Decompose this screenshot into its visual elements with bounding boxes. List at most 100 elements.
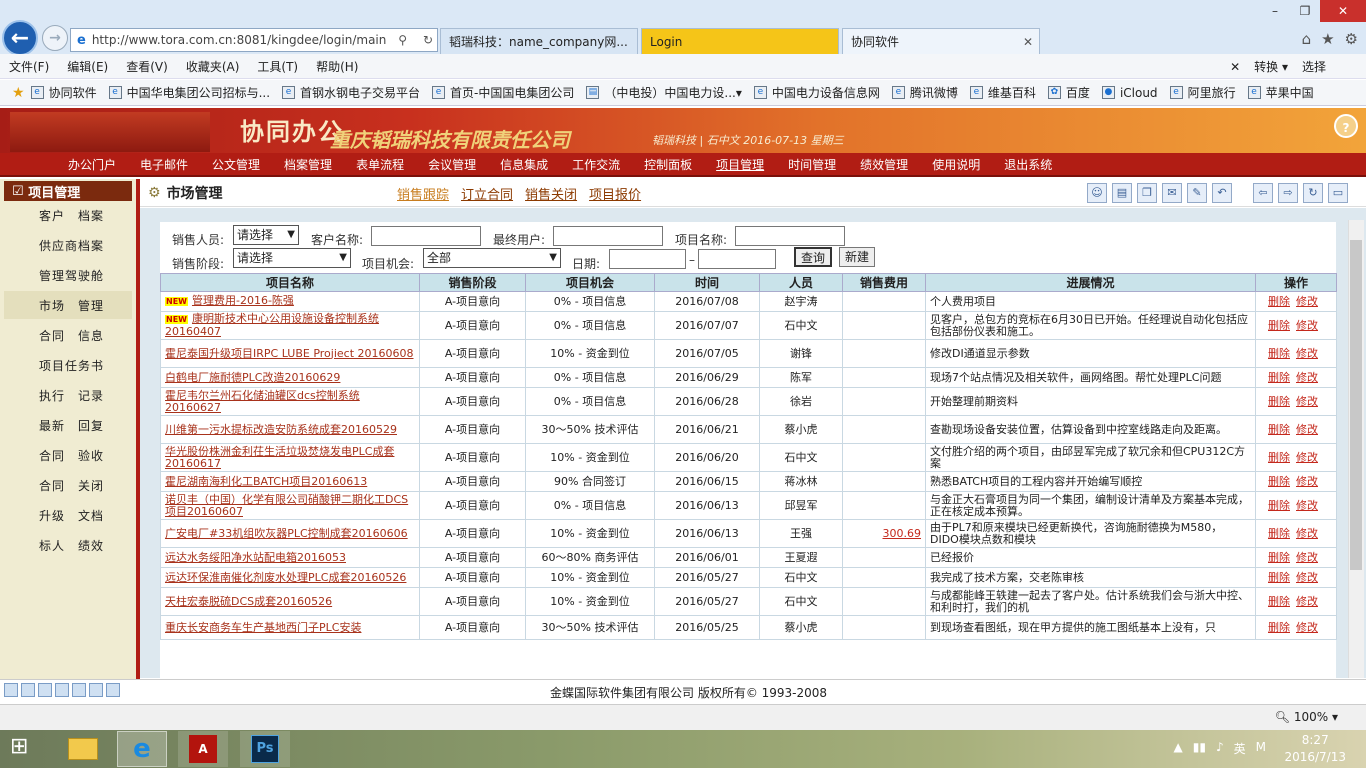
search-icon[interactable]: ⚲ [394,33,411,47]
nav-forms[interactable]: 表单流程 [344,156,416,173]
mail-icon[interactable]: ✉ [1162,183,1182,203]
show-hidden-icon[interactable]: ▲ [1174,740,1183,757]
favorite-link[interactable]: e 苹果中国 [1247,84,1314,101]
sidebar-item-performance[interactable]: 标人 绩效 [4,531,132,559]
menu-edit[interactable]: 编辑(E) [58,58,117,75]
edit-link[interactable]: 修改 [1296,451,1318,464]
edit-link[interactable]: 修改 [1296,371,1318,384]
sound-icon[interactable] [55,683,69,697]
refresh-icon[interactable]: ↻ [419,33,437,47]
tool-icon[interactable] [4,683,18,697]
clock[interactable]: 8:27 2016/7/13 [1284,732,1346,766]
undo-icon[interactable]: ↶ [1212,183,1232,203]
help-icon[interactable]: ? [1334,114,1358,138]
project-link[interactable]: 管理费用-2016-陈强 [192,294,294,307]
tab-quote[interactable]: 项目报价 [589,184,641,203]
edit-link[interactable]: 修改 [1296,395,1318,408]
chart-icon[interactable] [72,683,86,697]
sidebar-item-replies[interactable]: 最新 回复 [4,411,132,439]
project-link[interactable]: 霍尼湖南海利化工BATCH项目20160613 [165,475,367,488]
project-link[interactable]: 广安电厂#33机组吹灰器PLC控制成套20160606 [165,527,408,540]
gear-icon[interactable]: ⚙ [1345,30,1358,48]
input-method-icon[interactable]: M [1256,740,1266,757]
tab-create-contract[interactable]: 订立合同 [461,184,513,203]
browser-tab-1[interactable]: 韬瑞科技：name_company网... [440,28,638,54]
customer-input[interactable] [371,226,481,246]
convert-button[interactable]: 转换 ▾ [1254,58,1288,75]
favorite-link[interactable]: e 腾讯微博 [891,84,958,101]
favorites-star-icon[interactable]: ★ [12,85,25,101]
delete-link[interactable]: 删除 [1268,499,1290,512]
menu-view[interactable]: 查看(V) [117,58,177,75]
nav-communication[interactable]: 工作交流 [560,156,632,173]
chance-select[interactable]: 全部 ▼ [423,248,561,268]
nav-integration[interactable]: 信息集成 [488,156,560,173]
refresh-icon[interactable]: ↻ [1303,183,1323,203]
sidebar-item-tasks[interactable]: 项目任务书 [4,351,132,379]
project-input[interactable] [735,226,845,246]
user-icon[interactable]: ☺ [1087,183,1107,203]
delete-link[interactable]: 删除 [1268,347,1290,360]
copy-icon[interactable]: ❐ [1137,183,1157,203]
edit-link[interactable]: 修改 [1296,347,1318,360]
address-bar[interactable]: e http://www.tora.com.cn:8081/kingdee/lo… [70,28,438,52]
window-icon[interactable]: ▭ [1328,183,1348,203]
sidebar-item-contracts[interactable]: 合同 信息 [4,321,132,349]
acrobat-icon[interactable]: A [178,731,228,767]
favorites-star-icon[interactable]: ★ [1321,30,1334,48]
nav-meetings[interactable]: 会议管理 [416,156,488,173]
edit-link[interactable]: 修改 [1296,475,1318,488]
edit-link[interactable]: 修改 [1296,295,1318,308]
sidebar-item-close[interactable]: 合同 关闭 [4,471,132,499]
forward-button[interactable]: → [42,25,68,51]
sales-person-select[interactable]: 请选择 ▼ [233,225,299,245]
sidebar-item-acceptance[interactable]: 合同 验收 [4,441,132,469]
nav-time[interactable]: 时间管理 [776,156,848,173]
edit-link[interactable]: 修改 [1296,595,1318,608]
menu-help[interactable]: 帮助(H) [307,58,367,75]
nav-email[interactable]: 电子邮件 [128,156,200,173]
close-icon[interactable]: ✕ [1230,60,1240,74]
select-button[interactable]: 选择 [1302,58,1326,75]
sidebar-item-customers[interactable]: 客户 档案 [4,201,132,229]
zoom-control[interactable]: 🔍︎ 100% ▾ [1275,710,1338,724]
close-window-button[interactable]: ✕ [1320,0,1366,22]
delete-link[interactable]: 删除 [1268,595,1290,608]
edit-link[interactable]: 修改 [1296,551,1318,564]
project-link[interactable]: 霍尼韦尔兰州石化储油罐区dcs控制系统20160627 [165,389,360,414]
favorite-link[interactable]: e 首页-中国国电集团公司 [432,84,574,101]
favorite-link[interactable]: e 中国华电集团公司招标与... [108,84,270,101]
delete-link[interactable]: 删除 [1268,571,1290,584]
menu-favorites[interactable]: 收藏夹(A) [177,58,249,75]
nav-performance[interactable]: 绩效管理 [848,156,920,173]
delete-link[interactable]: 删除 [1268,527,1290,540]
maximize-button[interactable]: ❐ [1290,0,1320,22]
nav-archives[interactable]: 档案管理 [272,156,344,173]
favorite-link[interactable]: ▤ （中电投）中国电力设... ▾ [586,84,742,101]
edit-link[interactable]: 修改 [1296,319,1318,332]
mail-icon[interactable] [21,683,35,697]
delete-link[interactable]: 删除 [1268,395,1290,408]
menu-file[interactable]: 文件(F) [0,58,58,75]
next-icon[interactable]: ⇨ [1278,183,1298,203]
tab-sales-close[interactable]: 销售关闭 [525,184,577,203]
prev-icon[interactable]: ⇦ [1253,183,1273,203]
project-link[interactable]: 远达环保淮南催化剂废水处理PLC成套20160526 [165,571,406,584]
favorite-link[interactable]: ✿ 百度 [1047,84,1090,101]
close-tab-icon[interactable]: ✕ [1023,35,1033,49]
tab-sales-tracking[interactable]: 销售跟踪 [397,184,449,203]
delete-link[interactable]: 删除 [1268,295,1290,308]
volume-icon[interactable]: ♪ [1216,740,1224,757]
sidebar-item-market[interactable]: 市场 管理 [4,291,132,319]
windows-start-icon[interactable]: ⊞ [10,734,28,759]
document-icon[interactable]: ▤ [1112,183,1132,203]
delete-link[interactable]: 删除 [1268,319,1290,332]
project-link[interactable]: 天柱宏泰脱硫DCS成套20160526 [165,595,332,608]
project-link[interactable]: 川维第一污水提标改造安防系统成套20160529 [165,423,397,436]
favorite-link[interactable]: ● iCloud [1101,86,1158,100]
book-icon[interactable] [38,683,52,697]
network-icon[interactable]: ▮▮ [1193,740,1206,757]
back-button[interactable]: ← [2,20,38,56]
scrollbar-thumb[interactable] [1350,240,1362,570]
edit-link[interactable]: 修改 [1296,527,1318,540]
